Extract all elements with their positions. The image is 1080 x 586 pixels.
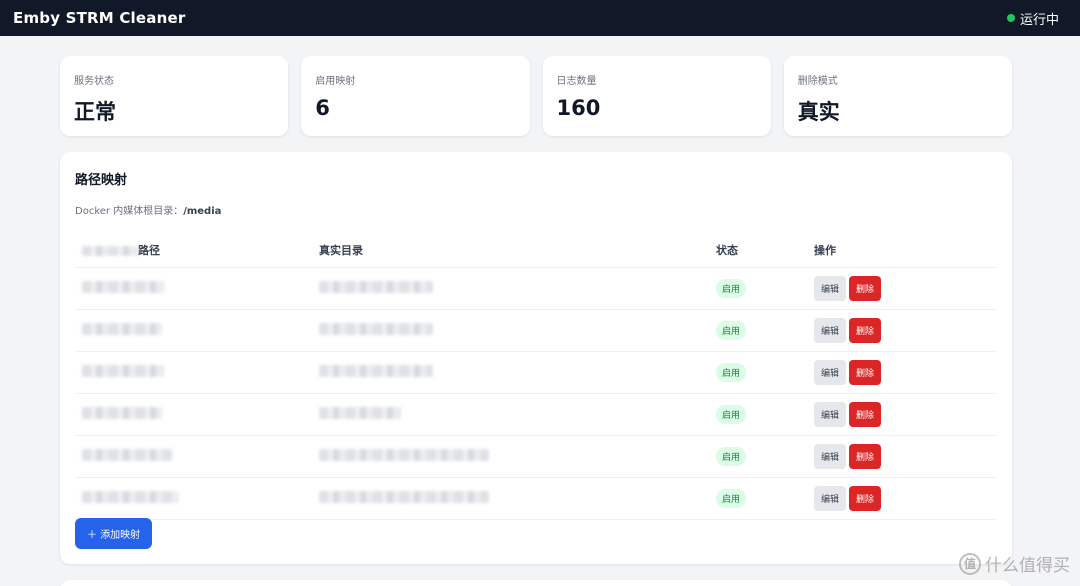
app-title: Emby STRM Cleaner <box>13 9 186 27</box>
stat-card-enabled-mappings: 启用映射 6 <box>301 56 530 136</box>
edit-button[interactable]: 编辑 <box>814 443 847 469</box>
redacted-real-dir <box>319 490 489 503</box>
panel-title: 路径映射 <box>75 173 128 188</box>
column-header-actions: 操作 <box>807 233 997 268</box>
status-badge: 启用 <box>716 404 747 424</box>
delete-button[interactable]: 删除 <box>849 317 882 343</box>
status-text: 运行中 <box>1019 12 1059 28</box>
redacted-real-dir <box>319 322 433 335</box>
edit-button[interactable]: 编辑 <box>814 317 847 343</box>
table-row: 启用 编辑 删除 <box>75 477 997 520</box>
edit-button[interactable]: 编辑 <box>814 401 847 427</box>
stat-card-delete-mode: 删除模式 真实 <box>783 56 1012 136</box>
status-badge: 启用 <box>716 320 747 340</box>
edit-button[interactable]: 编辑 <box>814 275 847 301</box>
table-row: 启用 编辑 删除 <box>75 393 997 436</box>
redacted-emby-path <box>82 406 162 419</box>
add-mapping-label: 添加映射 <box>100 530 141 541</box>
status-badge: 启用 <box>716 446 747 466</box>
stat-value: 正常 <box>74 100 116 124</box>
delete-button[interactable]: 删除 <box>849 275 882 301</box>
plus-icon: ＋ <box>87 530 97 541</box>
edit-button[interactable]: 编辑 <box>814 359 847 385</box>
status-dot-icon <box>1006 14 1015 22</box>
service-status-indicator: 运行中 <box>1006 9 1059 28</box>
stat-label: 服务状态 <box>74 76 114 87</box>
redacted-text <box>82 245 138 256</box>
docker-root-label: Docker 内媒体根目录： <box>75 206 184 217</box>
mapping-table: 路径 真实目录 状态 操作 启用 编辑 删除 启用 编辑 删除 启用 编辑 删除… <box>75 233 997 520</box>
redacted-emby-path <box>82 364 164 377</box>
redacted-emby-path <box>82 322 162 335</box>
stat-card-log-count: 日志数量 160 <box>542 56 771 136</box>
add-mapping-button[interactable]: ＋ 添加映射 <box>75 518 153 549</box>
delete-button[interactable]: 删除 <box>849 359 882 385</box>
table-row: 启用 编辑 删除 <box>75 351 997 394</box>
delete-button[interactable]: 删除 <box>849 485 882 511</box>
path-mapping-panel: 路径映射 Docker 内媒体根目录：/media 路径 真实目录 状态 操作 … <box>60 152 1012 564</box>
redacted-real-dir <box>319 406 401 419</box>
stat-value: 6 <box>315 96 330 120</box>
table-row: 启用 编辑 删除 <box>75 435 997 478</box>
column-header-real-dir: 真实目录 <box>312 233 709 268</box>
top-bar: Emby STRM Cleaner 运行中 <box>0 0 1080 36</box>
stat-label: 启用映射 <box>315 76 356 87</box>
stat-value: 真实 <box>797 100 840 124</box>
next-panel-edge <box>60 580 1012 586</box>
zdm-logo-icon: 值 <box>959 552 981 575</box>
stat-label: 删除模式 <box>797 76 838 87</box>
redacted-emby-path <box>82 448 172 461</box>
status-badge: 启用 <box>716 278 747 298</box>
table-row: 启用 编辑 删除 <box>75 267 997 310</box>
column-header-state: 状态 <box>709 233 807 268</box>
redacted-real-dir <box>319 364 433 377</box>
edit-button[interactable]: 编辑 <box>814 485 847 511</box>
watermark-text: 什么值得买 <box>985 556 1070 576</box>
watermark: 值 什么值得买 <box>959 551 1070 576</box>
redacted-emby-path <box>82 490 178 503</box>
redacted-emby-path <box>82 280 164 293</box>
stats-row: 服务状态 正常 启用映射 6 日志数量 160 删除模式 真实 <box>60 56 1012 136</box>
table-row: 启用 编辑 删除 <box>75 309 997 352</box>
docker-root-info: Docker 内媒体根目录：/media <box>75 202 997 217</box>
stat-card-service-status: 服务状态 正常 <box>60 56 289 136</box>
delete-button[interactable]: 删除 <box>849 401 882 427</box>
delete-button[interactable]: 删除 <box>849 443 882 469</box>
docker-root-value: /media <box>183 206 222 217</box>
status-badge: 启用 <box>716 362 747 382</box>
redacted-real-dir <box>319 280 433 293</box>
stat-value: 160 <box>556 96 601 120</box>
redacted-real-dir <box>319 448 489 461</box>
status-badge: 启用 <box>716 488 747 508</box>
table-header-row: 路径 真实目录 状态 操作 <box>75 233 997 268</box>
column-header-emby-path: 路径 <box>75 233 312 268</box>
stat-label: 日志数量 <box>556 76 597 87</box>
